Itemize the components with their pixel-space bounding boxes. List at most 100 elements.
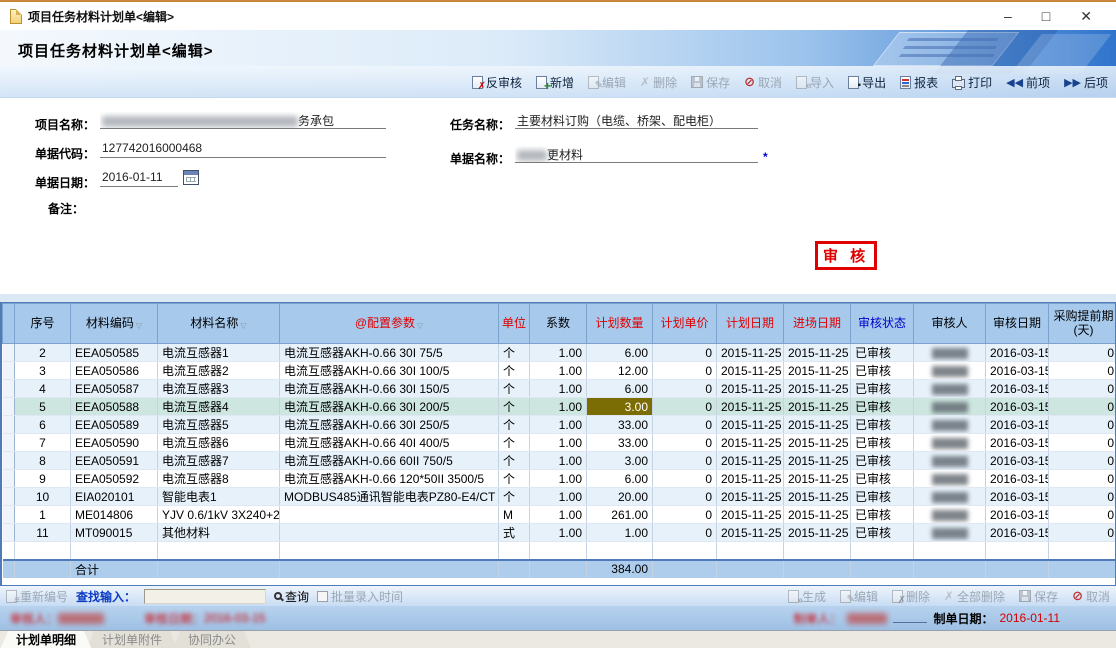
cell-auditor[interactable]	[914, 524, 986, 542]
cell-qty[interactable]: 3.00	[587, 452, 653, 470]
toolbar-import-button[interactable]: 导入	[796, 74, 834, 91]
row-gutter[interactable]	[3, 416, 15, 434]
cell-lead[interactable]: 0	[1049, 524, 1116, 542]
column-header-seq[interactable]: 序号	[15, 304, 71, 344]
cell-unit[interactable]: 个	[499, 452, 530, 470]
column-header-name[interactable]: 材料名称▽	[158, 304, 280, 344]
cell-qty[interactable]: 12.00	[587, 362, 653, 380]
cell-spec[interactable]: 电流互感器AKH-0.66 30I 100/5	[280, 362, 499, 380]
tab-2[interactable]: 计划单附件	[86, 631, 178, 648]
cell-status[interactable]: 已审核	[851, 506, 914, 524]
cell-audit_date[interactable]: 2016-03-15	[986, 434, 1049, 452]
cell-lead[interactable]: 0	[1049, 398, 1116, 416]
cell-name[interactable]: 电流互感器6	[158, 434, 280, 452]
cell-unit[interactable]: 个	[499, 362, 530, 380]
cell-audit_date[interactable]: 2016-03-15	[986, 524, 1049, 542]
cell-qty[interactable]: 261.00	[587, 506, 653, 524]
row-gutter[interactable]	[3, 380, 15, 398]
cell-code[interactable]: MT090015	[71, 524, 158, 542]
cell-entry_date[interactable]: 2015-11-25	[784, 434, 851, 452]
cell-name[interactable]: 电流互感器1	[158, 344, 280, 362]
grid-delete-all-button[interactable]: ✗全部删除	[944, 588, 1005, 605]
cell-status[interactable]: 已审核	[851, 434, 914, 452]
table-row[interactable]: 9EEA050592电流互感器8电流互感器AKH-0.66 120*50II 3…	[3, 470, 1116, 488]
cell-factor[interactable]: 1.00	[530, 452, 587, 470]
cell-seq[interactable]: 2	[15, 344, 71, 362]
cell-price[interactable]: 0	[653, 362, 717, 380]
column-header-factor[interactable]: 系数	[530, 304, 587, 344]
cell-auditor[interactable]	[914, 470, 986, 488]
cell-entry_date[interactable]: 2015-11-25	[784, 362, 851, 380]
toolbar-export-button[interactable]: 导出	[848, 74, 886, 91]
column-header-spec[interactable]: @配置参数▽	[280, 304, 499, 344]
project-name-field[interactable]: 务承包	[100, 112, 386, 129]
cell-spec[interactable]	[280, 524, 499, 542]
cell-lead[interactable]: 0	[1049, 506, 1116, 524]
table-row[interactable]: 8EEA050591电流互感器7电流互感器AKH-0.66 60II 750/5…	[3, 452, 1116, 470]
cell-entry_date[interactable]: 2015-11-25	[784, 398, 851, 416]
cell-status[interactable]: 已审核	[851, 488, 914, 506]
row-gutter[interactable]	[3, 488, 15, 506]
cell-status[interactable]: 已审核	[851, 452, 914, 470]
column-header-audit_date[interactable]: 审核日期	[986, 304, 1049, 344]
cell-entry_date[interactable]: 2015-11-25	[784, 470, 851, 488]
cell-audit_date[interactable]: 2016-03-15	[986, 380, 1049, 398]
cell-factor[interactable]: 1.00	[530, 524, 587, 542]
cell-entry_date[interactable]: 2015-11-25	[784, 452, 851, 470]
cell-name[interactable]: YJV 0.6/1kV 3X240+2X1	[158, 506, 280, 524]
column-header-auditor[interactable]: 审核人	[914, 304, 986, 344]
cell-qty[interactable]: 3.00	[587, 398, 653, 416]
cell-code[interactable]: EEA050587	[71, 380, 158, 398]
cell-price[interactable]: 0	[653, 398, 717, 416]
cell-name[interactable]: 电流互感器4	[158, 398, 280, 416]
cell-status[interactable]: 已审核	[851, 398, 914, 416]
doc-code-field[interactable]: 127742016000468	[100, 141, 386, 158]
cell-spec[interactable]: 电流互感器AKH-0.66 30I 200/5	[280, 398, 499, 416]
cell-status[interactable]: 已审核	[851, 524, 914, 542]
cell-spec[interactable]	[280, 506, 499, 524]
cell-factor[interactable]: 1.00	[530, 380, 587, 398]
cell-auditor[interactable]	[914, 416, 986, 434]
cell-qty[interactable]: 1.00	[587, 524, 653, 542]
cell-auditor[interactable]	[914, 362, 986, 380]
cell-spec[interactable]: 电流互感器AKH-0.66 40I 400/5	[280, 434, 499, 452]
cell-lead[interactable]: 0	[1049, 488, 1116, 506]
cell-status[interactable]: 已审核	[851, 344, 914, 362]
query-button[interactable]: 查询	[274, 588, 309, 605]
cell-plan_date[interactable]: 2015-11-25	[717, 524, 784, 542]
toolbar-prev-button[interactable]: ◀◀前项	[1006, 74, 1050, 91]
cell-audit_date[interactable]: 2016-03-15	[986, 488, 1049, 506]
cell-entry_date[interactable]: 2015-11-25	[784, 416, 851, 434]
cell-audit_date[interactable]: 2016-03-15	[986, 416, 1049, 434]
cell-seq[interactable]: 10	[15, 488, 71, 506]
renumber-button[interactable]: 重新编号	[6, 588, 68, 605]
cell-auditor[interactable]	[914, 452, 986, 470]
cell-entry_date[interactable]: 2015-11-25	[784, 380, 851, 398]
cell-plan_date[interactable]: 2015-11-25	[717, 398, 784, 416]
table-row[interactable]: 11MT090015其他材料式1.001.0002015-11-252015-1…	[3, 524, 1116, 542]
cell-factor[interactable]: 1.00	[530, 506, 587, 524]
cell-entry_date[interactable]: 2015-11-25	[784, 524, 851, 542]
row-gutter[interactable]	[3, 398, 15, 416]
cell-factor[interactable]: 1.00	[530, 434, 587, 452]
cell-audit_date[interactable]: 2016-03-15	[986, 470, 1049, 488]
table-row[interactable]: 3EEA050586电流互感器2电流互感器AKH-0.66 30I 100/5个…	[3, 362, 1116, 380]
cell-unit[interactable]: 个	[499, 380, 530, 398]
cell-plan_date[interactable]: 2015-11-25	[717, 344, 784, 362]
column-header-status[interactable]: 审核状态	[851, 304, 914, 344]
row-gutter[interactable]	[3, 434, 15, 452]
tab-3[interactable]: 协同办公	[172, 631, 252, 648]
toolbar-report-button[interactable]: 报表	[900, 74, 938, 91]
table-row[interactable]: 7EEA050590电流互感器6电流互感器AKH-0.66 40I 400/5个…	[3, 434, 1116, 452]
cell-seq[interactable]: 6	[15, 416, 71, 434]
table-row[interactable]: 10EIA020101智能电表1MODBUS485通讯智能电表PZ80-E4/C…	[3, 488, 1116, 506]
cell-code[interactable]: EEA050592	[71, 470, 158, 488]
cell-plan_date[interactable]: 2015-11-25	[717, 380, 784, 398]
cell-spec[interactable]: 电流互感器AKH-0.66 60II 750/5	[280, 452, 499, 470]
column-header-unit[interactable]: 单位	[499, 304, 530, 344]
cell-factor[interactable]: 1.00	[530, 470, 587, 488]
cell-auditor[interactable]	[914, 434, 986, 452]
column-header-code[interactable]: 材料编码▽	[71, 304, 158, 344]
cell-seq[interactable]: 1	[15, 506, 71, 524]
cell-code[interactable]: ME014806	[71, 506, 158, 524]
